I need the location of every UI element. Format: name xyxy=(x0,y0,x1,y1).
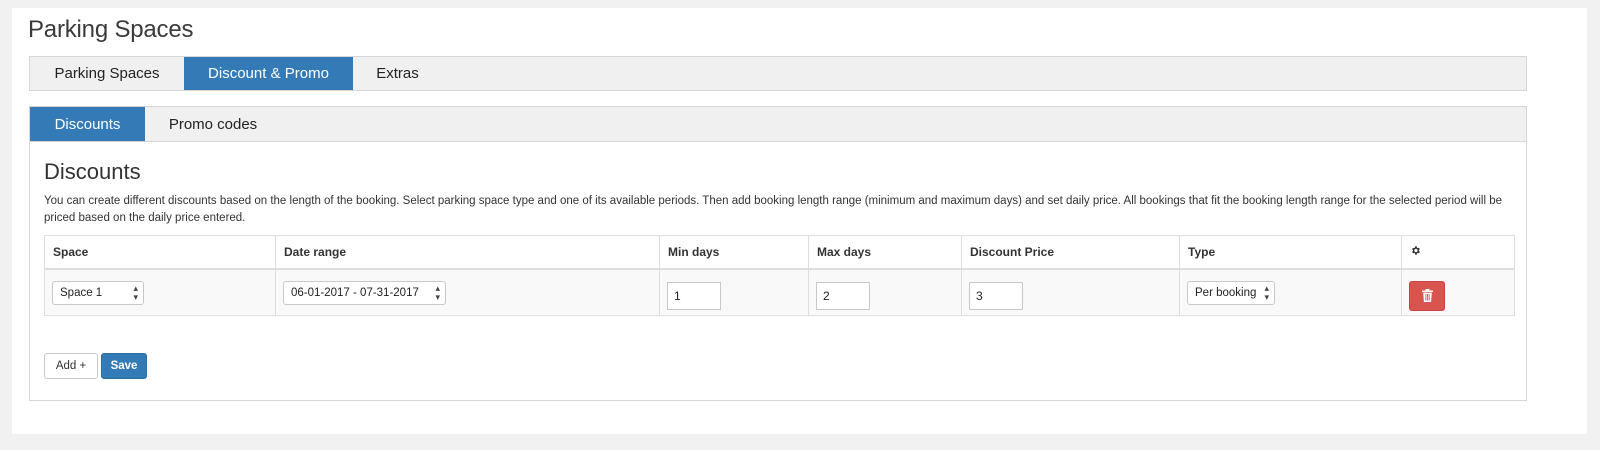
table-row: Space 1 ▴▾ 06-01-2017 - 07-31-2017 ▴▾ xyxy=(44,268,1515,316)
select-arrows-icon: ▴ ▾ xyxy=(133,282,138,302)
tab-promo-codes[interactable]: Promo codes xyxy=(145,107,281,141)
section-title: Discounts xyxy=(44,159,141,184)
date-range-select-value: 06-01-2017 - 07-31-2017 xyxy=(291,286,419,299)
gear-icon xyxy=(1410,245,1421,259)
cell-actions xyxy=(1401,268,1515,316)
tab-parking-spaces[interactable]: Parking Spaces xyxy=(30,57,184,90)
max-days-input[interactable] xyxy=(816,281,870,310)
page: Parking Spaces Parking Spaces Discount &… xyxy=(12,8,1587,434)
tab-discount-promo[interactable]: Discount & Promo xyxy=(184,57,353,90)
cell-space: Space 1 ▴ ▾ xyxy=(44,268,276,316)
date-range-select[interactable]: 06-01-2017 - 07-31-2017 ▴ ▾ xyxy=(283,280,446,305)
add-row-button[interactable]: Add + xyxy=(44,353,98,379)
space-select-value: Space 1 xyxy=(60,286,103,299)
tab-discounts[interactable]: Discounts xyxy=(30,107,145,141)
column-header-discount-price: Discount Price xyxy=(961,235,1180,270)
main-tab-bar: Parking Spaces Discount & Promo Extras xyxy=(29,56,1527,91)
column-header-space: Space xyxy=(44,235,276,270)
discount-panel: Discounts Promo codes Discounts You can … xyxy=(29,106,1527,401)
cell-type: Per booking ▴ ▾ xyxy=(1179,268,1402,316)
sub-tab-bar: Discounts Promo codes xyxy=(30,107,1526,142)
select-arrows-icon: ▴ ▾ xyxy=(1264,282,1269,302)
save-button[interactable]: Save xyxy=(101,353,147,379)
cell-discount-price xyxy=(961,268,1180,316)
min-days-input[interactable] xyxy=(667,281,721,310)
trash-icon xyxy=(1421,289,1433,302)
column-header-min-days: Min days xyxy=(659,235,809,270)
cell-min-days xyxy=(659,268,809,316)
page-title: Parking Spaces xyxy=(28,16,194,43)
column-header-actions xyxy=(1401,235,1515,270)
column-header-date-range: Date range xyxy=(275,235,660,270)
column-header-max-days: Max days xyxy=(808,235,962,270)
select-arrows-icon: ▴ ▾ xyxy=(435,282,440,302)
type-select[interactable]: Per booking ▴ ▾ xyxy=(1187,280,1275,305)
cell-date-range: 06-01-2017 - 07-31-2017 ▴ ▾ xyxy=(275,268,660,316)
space-select[interactable]: Space 1 ▴ ▾ xyxy=(52,280,144,305)
column-header-type: Type xyxy=(1179,235,1402,270)
delete-row-button[interactable] xyxy=(1409,280,1445,311)
table-header-row: Space Date range Min days Max days Disco… xyxy=(44,235,1515,270)
type-select-value: Per booking xyxy=(1195,286,1257,299)
section-description: You can create different discounts based… xyxy=(44,195,1503,224)
discount-price-input[interactable] xyxy=(969,281,1023,310)
discounts-table: Space Date range Min days Max days Disco… xyxy=(44,235,1515,316)
tab-extras[interactable]: Extras xyxy=(353,57,442,90)
cell-max-days xyxy=(808,268,962,316)
